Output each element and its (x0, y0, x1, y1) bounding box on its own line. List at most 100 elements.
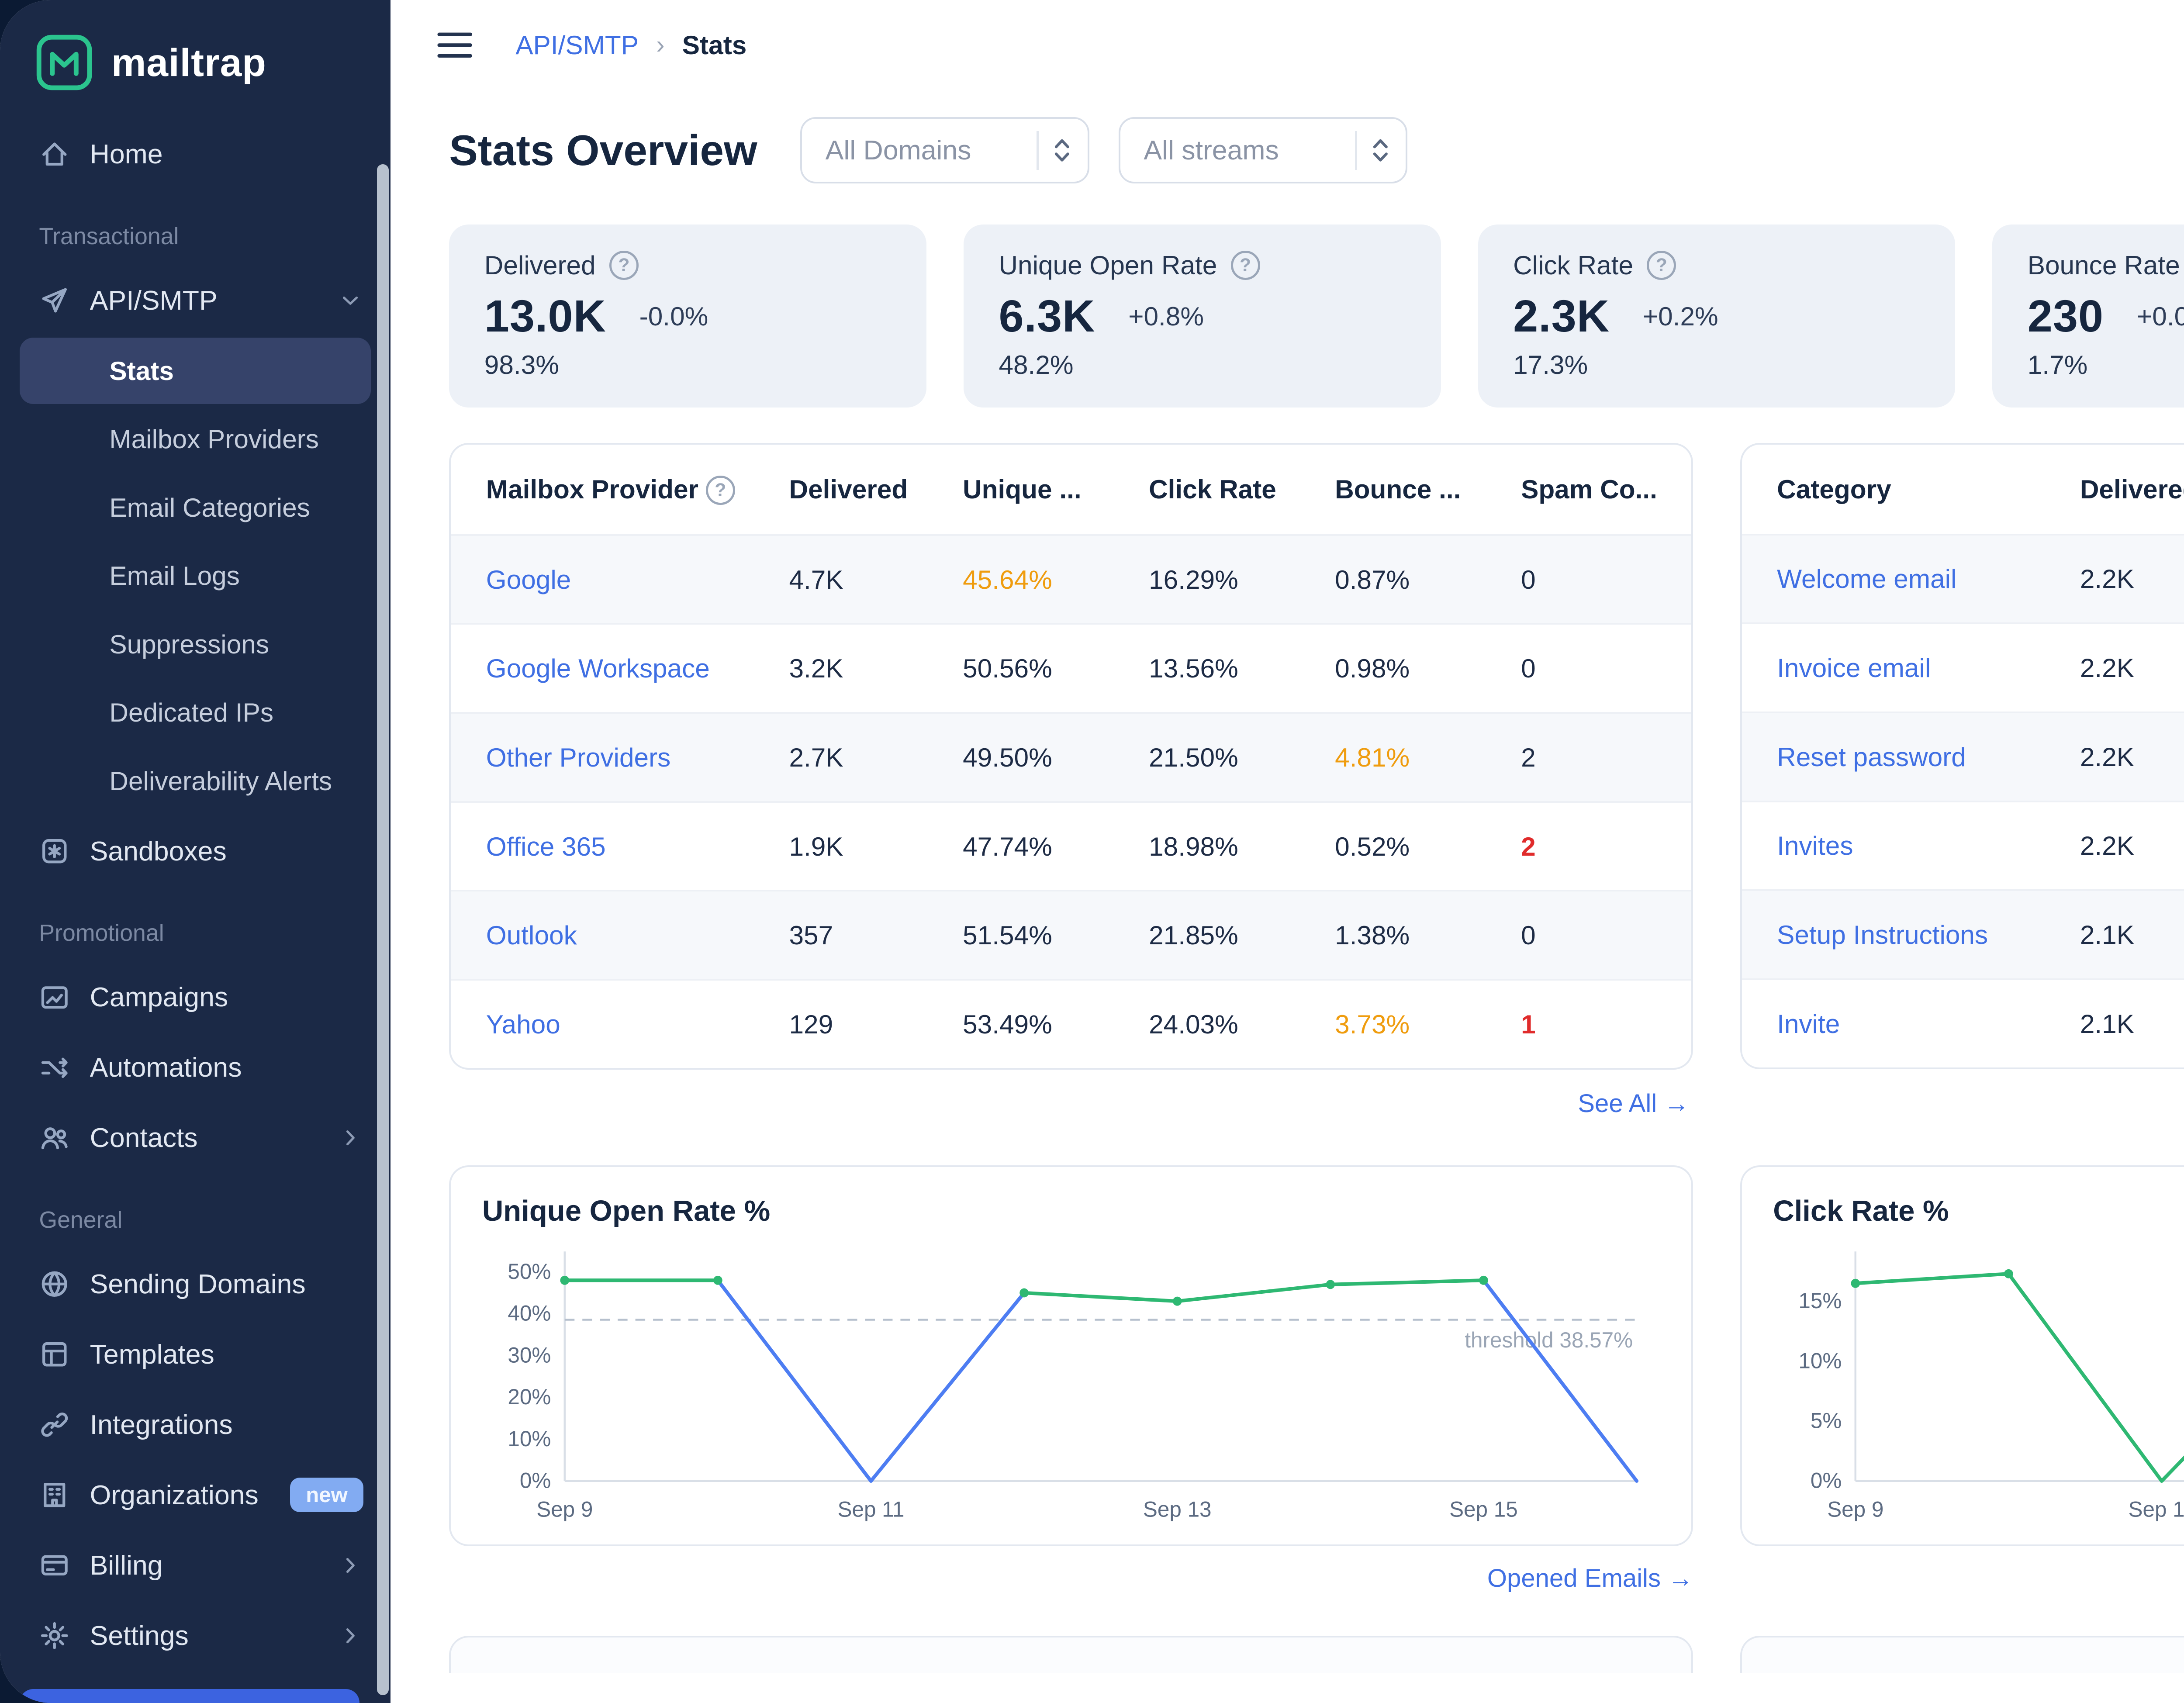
row-link[interactable]: Yahoo (486, 1009, 560, 1039)
chart-link[interactable]: Opened Emails → (449, 1564, 1693, 1593)
table-cell: 13.56% (1149, 653, 1238, 684)
domains-select[interactable]: All Domains (800, 117, 1089, 184)
row-link[interactable]: Outlook (486, 920, 577, 950)
table-cell: 1.38% (1335, 920, 1410, 950)
breadcrumb-separator: › (656, 31, 665, 59)
help-icon[interactable]: ? (705, 475, 735, 505)
column-header[interactable]: Bounce ... (1319, 445, 1505, 535)
sidebar-item-organizations[interactable]: Organizations new (0, 1460, 390, 1530)
row-link[interactable]: Other Providers (486, 743, 671, 772)
sidebar-item-contacts[interactable]: Contacts (0, 1103, 390, 1173)
table-cell: 2.2K (2080, 742, 2134, 772)
table-cell: 1.9K (789, 831, 843, 861)
svg-text:50%: 50% (508, 1259, 551, 1284)
stat-card-value: 6.3K (999, 290, 1095, 341)
svg-text:Sep 11: Sep 11 (2129, 1497, 2184, 1521)
chevron-right-icon (346, 1130, 355, 1146)
svg-text:Sep 9: Sep 9 (536, 1497, 593, 1521)
row-link[interactable]: Reset password (1777, 742, 1966, 772)
brand-name: mailtrap (111, 40, 266, 84)
row-link[interactable]: Office 365 (486, 832, 606, 861)
row-link[interactable]: Invite (1777, 1009, 1840, 1039)
sidebar-item-campaigns[interactable]: Campaigns (0, 962, 390, 1033)
see-all-link[interactable]: See All → (1744, 1088, 2184, 1118)
sidebar-nav: Home Transactional API/SMTP Stats Mailbox Pr… (0, 115, 390, 1703)
table-row: Office 365 1.9K 47.74% 18.98% 0.52% 2 (451, 801, 1692, 891)
help-icon[interactable]: ? (1647, 250, 1676, 280)
table-cell: 47.74% (963, 831, 1052, 861)
column-header[interactable]: Delivered (774, 445, 947, 535)
sidebar-subitem-email-logs[interactable]: Email Logs (20, 542, 371, 609)
sidebar-subitem-dedicated-ips[interactable]: Dedicated IPs (20, 679, 371, 746)
row-link[interactable]: Google (486, 565, 571, 594)
sidebar-item-label: Home (90, 139, 163, 170)
column-header[interactable]: Category (1742, 445, 2064, 535)
table-cell: 49.50% (963, 742, 1052, 772)
see-all-link[interactable]: See All → (453, 1089, 1689, 1118)
stat-cards-row: Delivered? 13.0K -0.0% 98.3% Unique Open Rat… (449, 225, 2184, 408)
select-divider (1355, 131, 1357, 170)
billing-icon (41, 1555, 68, 1575)
row-link[interactable]: Google Workspace (486, 653, 710, 683)
streams-select-value: All streams (1144, 135, 1279, 166)
breadcrumb-api-smtp[interactable]: API/SMTP (515, 30, 639, 60)
sidebar-item-home[interactable]: Home (0, 119, 390, 190)
help-icon[interactable]: ? (1230, 250, 1260, 280)
sidebar-item-settings[interactable]: Settings (0, 1600, 390, 1671)
row-link[interactable]: Invites (1777, 831, 1853, 860)
table-cell: 53.49% (963, 1009, 1052, 1039)
column-header[interactable]: Spam Co... (1505, 445, 1691, 535)
table-row: Outlook 357 51.54% 21.85% 1.38% 0 (451, 891, 1692, 980)
table-cell: 2.1K (2080, 1009, 2134, 1039)
svg-text:20%: 20% (508, 1385, 551, 1409)
row-link[interactable]: Invoice email (1777, 653, 1931, 683)
row-link[interactable]: Setup Instructions (1777, 920, 1988, 950)
streams-select[interactable]: All streams (1118, 117, 1408, 184)
chart-link[interactable]: Email Clicks → (1740, 1564, 2184, 1593)
row-link[interactable]: Welcome email (1777, 564, 1956, 594)
column-header[interactable]: Unique ... (947, 445, 1133, 535)
stat-card-value: 230 (2027, 290, 2104, 341)
sidebar-bottom-banner (19, 1689, 359, 1703)
sidebar-item-integrations[interactable]: Integrations (0, 1389, 390, 1460)
sidebar-scrollbar[interactable] (377, 164, 389, 1695)
table-cell: 21.85% (1149, 920, 1238, 950)
mailbox-providers-column: Mailbox Provider ? Delivered Unique ... Cli… (449, 442, 1693, 1119)
sidebar-subitem-suppressions[interactable]: Suppressions (20, 611, 371, 677)
header-row: Stats Overview All Domains All streams (449, 117, 2184, 184)
column-header[interactable]: Delivered (2064, 445, 2184, 535)
sidebar-item-sandboxes[interactable]: Sandboxes (0, 816, 390, 886)
help-icon[interactable]: ? (609, 250, 639, 280)
brand[interactable]: mailtrap (0, 0, 390, 115)
table-row: Google 4.7K 45.64% 16.29% 0.87% 0 (451, 535, 1692, 624)
menu-icon[interactable] (437, 31, 473, 59)
stat-card-label: Click Rate (1513, 250, 1634, 280)
table-cell: 3.2K (789, 653, 843, 684)
svg-text:0%: 0% (520, 1468, 551, 1493)
new-badge: new (290, 1478, 363, 1513)
svg-text:Sep 15: Sep 15 (1449, 1497, 1518, 1521)
sidebar-item-templates[interactable]: Templates (0, 1319, 390, 1389)
chevron-right-icon (346, 1558, 355, 1573)
sidebar-item-api-smtp[interactable]: API/SMTP (0, 265, 390, 335)
sidebar-subitem-mailbox-providers[interactable]: Mailbox Providers (20, 406, 371, 472)
stat-card-delivered: Delivered? 13.0K -0.0% 98.3% (449, 225, 927, 408)
stat-card-label: Unique Open Rate (999, 250, 1217, 280)
table-row: Invites2.2K48.08%17.23%1.51%0 (1742, 801, 2184, 891)
sidebar-item-automations[interactable]: Automations (0, 1033, 390, 1103)
breadcrumb-current: Stats (682, 30, 747, 60)
sidebar-subitem-deliverability-alerts[interactable]: Deliverability Alerts (20, 748, 371, 814)
table-cell: 2 (1521, 831, 1536, 861)
sidebar-item-label: Templates (90, 1339, 214, 1370)
line-chart: 0%5%10%15%Sep 9Sep 11Sep 13Sep 15 (1799, 1251, 2184, 1521)
sidebar-item-sending-domains[interactable]: Sending Domains (0, 1249, 390, 1319)
categories-column: CategoryDeliveredUnique ...Click RateBou… (1740, 442, 2184, 1119)
sidebar-subitem-stats[interactable]: Stats (19, 337, 371, 404)
column-header[interactable]: Mailbox Provider ? (451, 445, 773, 535)
column-header[interactable]: Click Rate (1133, 445, 1319, 535)
paper-plane-icon (42, 288, 67, 313)
svg-text:5%: 5% (1811, 1408, 1842, 1433)
sidebar-item-billing[interactable]: Billing (0, 1530, 390, 1600)
sidebar-subitem-email-categories[interactable]: Email Categories (20, 474, 371, 541)
tables-row: Mailbox Provider ? Delivered Unique ... Cli… (449, 442, 2184, 1119)
